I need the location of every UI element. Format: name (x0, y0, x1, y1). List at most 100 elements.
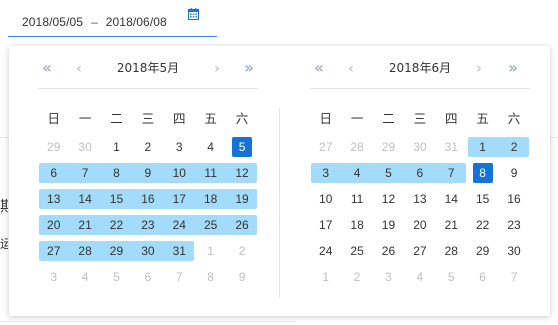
day-cell[interactable]: 17 (310, 212, 341, 238)
day-cell-in-range[interactable]: 23 (132, 212, 163, 238)
day-cell[interactable]: 4 (404, 264, 435, 290)
day-cell-in-range[interactable]: 9 (132, 160, 163, 186)
day-cell[interactable]: 9 (226, 264, 257, 290)
day-cell[interactable]: 3 (38, 264, 69, 290)
day-cell[interactable]: 20 (404, 212, 435, 238)
day-cell-selected[interactable]: 5 (226, 134, 257, 160)
day-cell[interactable]: 31 (436, 134, 467, 160)
day-cell[interactable]: 4 (195, 134, 226, 160)
day-number: 21 (444, 218, 458, 232)
day-number: 5 (385, 166, 392, 180)
day-cell[interactable]: 4 (69, 264, 100, 290)
day-cell[interactable]: 19 (373, 212, 404, 238)
day-cell[interactable]: 2 (226, 238, 257, 264)
day-cell[interactable]: 29 (373, 134, 404, 160)
day-cell[interactable]: 3 (164, 134, 195, 160)
day-cell[interactable]: 8 (195, 264, 226, 290)
day-number: 2 (238, 244, 246, 258)
next-month-button[interactable]: › (208, 57, 226, 79)
day-cell[interactable]: 15 (467, 186, 498, 212)
day-cell-in-range[interactable]: 6 (38, 160, 69, 186)
day-cell[interactable]: 10 (310, 186, 341, 212)
day-cell-in-range[interactable]: 17 (164, 186, 195, 212)
day-cell-in-range[interactable]: 7 (436, 160, 467, 186)
day-cell-in-range[interactable]: 1 (467, 134, 498, 160)
day-cell-in-range[interactable]: 10 (164, 160, 195, 186)
day-cell-in-range[interactable]: 19 (226, 186, 257, 212)
day-cell[interactable]: 2 (132, 134, 163, 160)
day-cell[interactable]: 22 (467, 212, 498, 238)
day-cell-in-range[interactable]: 7 (69, 160, 100, 186)
date-range-input[interactable]: 2018/05/05 – 2018/06/08 (8, 8, 217, 37)
day-cell-in-range[interactable]: 15 (101, 186, 132, 212)
day-cell[interactable]: 29 (467, 238, 498, 264)
day-cell-in-range[interactable]: 8 (101, 160, 132, 186)
day-cell-in-range[interactable]: 16 (132, 186, 163, 212)
day-cell[interactable]: 30 (498, 238, 529, 264)
day-cell-in-range[interactable]: 3 (310, 160, 341, 186)
day-cell-selected[interactable]: 8 (467, 160, 498, 186)
calendar-header: « ‹ 2018年6月 › » (310, 57, 530, 79)
day-cell-in-range[interactable]: 4 (341, 160, 372, 186)
day-cell[interactable]: 28 (436, 238, 467, 264)
day-cell-in-range[interactable]: 24 (164, 212, 195, 238)
day-cell[interactable]: 23 (498, 212, 529, 238)
day-cell-in-range[interactable]: 5 (373, 160, 404, 186)
day-cell-in-range[interactable]: 2 (498, 134, 529, 160)
day-cell-in-range[interactable]: 18 (195, 186, 226, 212)
day-cell[interactable]: 5 (436, 264, 467, 290)
day-cell[interactable]: 5 (101, 264, 132, 290)
day-cell[interactable]: 21 (436, 212, 467, 238)
day-cell-in-range[interactable]: 13 (38, 186, 69, 212)
day-cell-in-range[interactable]: 20 (38, 212, 69, 238)
day-cell-in-range[interactable]: 30 (132, 238, 163, 264)
day-cell[interactable]: 9 (498, 160, 529, 186)
day-cell[interactable]: 2 (341, 264, 372, 290)
day-cell-in-range[interactable]: 31 (164, 238, 195, 264)
day-number: 21 (78, 218, 92, 232)
day-cell-in-range[interactable]: 21 (69, 212, 100, 238)
day-cell[interactable]: 3 (373, 264, 404, 290)
day-cell[interactable]: 13 (404, 186, 435, 212)
day-cell[interactable]: 1 (195, 238, 226, 264)
next-year-button[interactable]: » (504, 57, 522, 79)
day-cell-in-range[interactable]: 12 (226, 160, 257, 186)
day-cell[interactable]: 29 (38, 134, 69, 160)
day-cell[interactable]: 18 (341, 212, 372, 238)
day-cell[interactable]: 7 (498, 264, 529, 290)
day-cell[interactable]: 11 (341, 186, 372, 212)
day-cell-in-range[interactable]: 27 (38, 238, 69, 264)
calendar-icon[interactable] (188, 8, 199, 20)
day-cell-in-range[interactable]: 11 (195, 160, 226, 186)
day-cell[interactable]: 27 (404, 238, 435, 264)
day-cell-in-range[interactable]: 28 (69, 238, 100, 264)
day-number: 18 (350, 218, 364, 232)
week-row: 24 25 26 27 28 29 30 (310, 238, 530, 264)
day-cell-in-range[interactable]: 25 (195, 212, 226, 238)
day-cell[interactable]: 7 (164, 264, 195, 290)
day-number: 26 (381, 244, 396, 258)
day-number: 28 (350, 140, 364, 154)
next-year-button[interactable]: » (240, 57, 258, 79)
next-month-button[interactable]: › (470, 57, 488, 79)
day-cell[interactable]: 27 (310, 134, 341, 160)
day-cell[interactable]: 25 (341, 238, 372, 264)
day-cell[interactable]: 6 (467, 264, 498, 290)
day-cell-in-range[interactable]: 14 (69, 186, 100, 212)
day-cell[interactable]: 30 (69, 134, 100, 160)
day-cell[interactable]: 26 (373, 238, 404, 264)
day-cell[interactable]: 6 (132, 264, 163, 290)
day-cell[interactable]: 30 (404, 134, 435, 160)
day-cell[interactable]: 16 (498, 186, 529, 212)
day-cell[interactable]: 12 (373, 186, 404, 212)
day-cell-in-range[interactable]: 26 (226, 212, 257, 238)
day-cell[interactable]: 28 (341, 134, 372, 160)
day-cell[interactable]: 24 (310, 238, 341, 264)
day-cell[interactable]: 1 (310, 264, 341, 290)
day-cell-in-range[interactable]: 22 (101, 212, 132, 238)
day-cell-in-range[interactable]: 6 (404, 160, 435, 186)
day-cell-in-range[interactable]: 29 (101, 238, 132, 264)
date-range-popup: « ‹ 2018年5月 › » 日一二三四五六 29 30 1 2 3 4 5 6 7 8 9 10 1… (9, 46, 550, 316)
day-cell[interactable]: 1 (101, 134, 132, 160)
day-cell[interactable]: 14 (436, 186, 467, 212)
